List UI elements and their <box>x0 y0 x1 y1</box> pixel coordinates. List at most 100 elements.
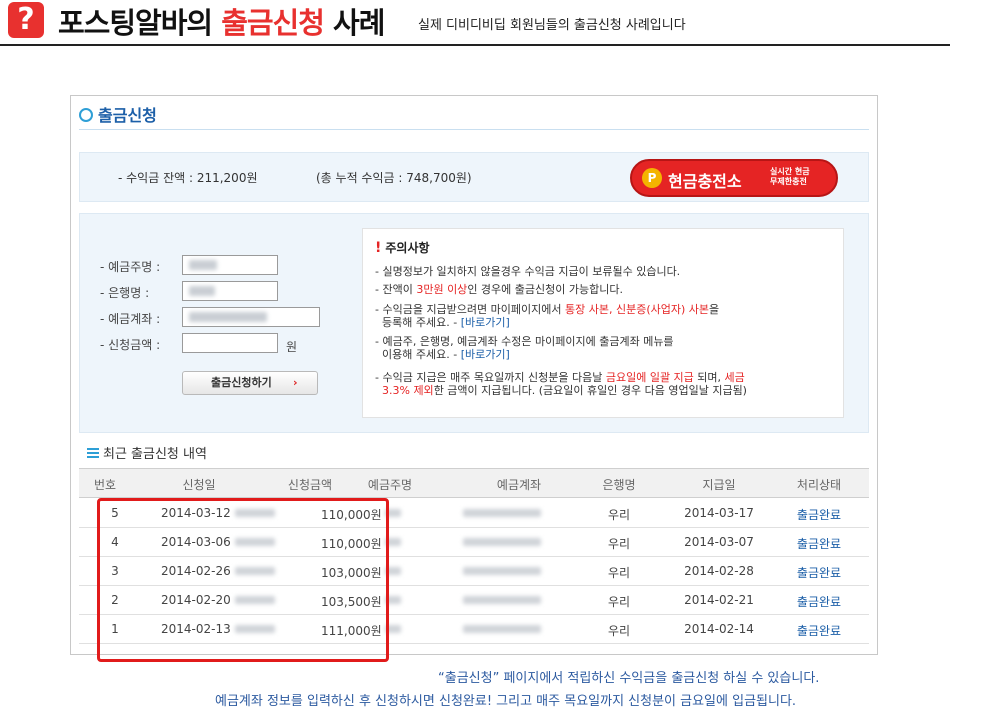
col-header: 처리상태 <box>796 478 842 492</box>
notice-text: - 잔액이 <box>375 283 417 296</box>
status-badge: 출금완료 <box>796 537 842 551</box>
amount-unit: 원 <box>286 340 298 354</box>
notice-highlight: 금요일에 일괄 지급 <box>605 371 694 384</box>
masked-depositor <box>385 567 401 575</box>
notice-text: 되며, <box>693 371 725 384</box>
masked-time <box>235 625 275 633</box>
table-row: 1 2014-02-13 111,000원 우리 2014-02-14 출금완료 <box>79 615 869 644</box>
withdrawal-form: - 예금주명 : - 은행명 : - 예금계좌 : - 신청금액 : 원 출금신… <box>79 213 869 433</box>
amount-label: - 신청금액 : <box>100 338 161 352</box>
bank-field[interactable] <box>182 281 278 301</box>
bank-name: 우리 <box>607 566 631 580</box>
notice-item: - 예금주, 은행명, 예금계좌 수정은 마이페이지에 출금계좌 메뉴를 이용해… <box>375 335 837 361</box>
request-date: 2014-02-20 <box>161 593 231 607</box>
shortcut-link[interactable]: [바로가기] <box>461 316 510 329</box>
row-number: 3 <box>111 564 119 578</box>
masked-account <box>463 625 541 633</box>
footer-caption-1: “출금신청” 페이지에서 적립하신 수익금을 출금신청 하실 수 있습니다. <box>438 671 820 686</box>
paid-date: 2014-03-17 <box>684 506 754 520</box>
row-number: 2 <box>111 593 119 607</box>
balance-box: - 수익금 잔액 : 211,200원 (총 누적 수익금 : 748,700원… <box>79 152 869 202</box>
bank-name: 우리 <box>607 595 631 609</box>
masked-depositor <box>385 538 401 546</box>
account-field[interactable] <box>182 307 320 327</box>
cash-charge-button[interactable]: P 현금충전소 실시간 현금 무제한충전 <box>630 159 838 197</box>
depositor-field[interactable] <box>182 255 278 275</box>
warning-icon: ! <box>375 240 382 256</box>
status-badge: 출금완료 <box>796 508 842 522</box>
total-earnings-text: (총 누적 수익금 : 748,700원) <box>316 171 472 185</box>
paid-date: 2014-02-21 <box>684 593 754 607</box>
masked-value <box>189 286 215 296</box>
status-badge: 출금완료 <box>796 595 842 609</box>
balance-text: - 수익금 잔액 : 211,200원 <box>118 171 258 185</box>
masked-account <box>463 567 541 575</box>
request-amount: 111,000원 <box>321 624 382 638</box>
masked-value <box>189 260 217 270</box>
row-number: 5 <box>111 506 119 520</box>
list-icon <box>87 448 99 458</box>
request-date: 2014-02-13 <box>161 622 231 636</box>
panel-title: 출금신청 <box>79 102 157 126</box>
request-date: 2014-02-26 <box>161 564 231 578</box>
depositor-label: - 예금주명 : <box>100 260 161 274</box>
masked-time <box>235 567 275 575</box>
request-amount: 110,000원 <box>321 537 382 551</box>
masked-account <box>463 596 541 604</box>
notice-text: 이용해 주세요. - <box>382 348 461 361</box>
notice-text: 등록해 주세요. - <box>382 316 461 329</box>
notice-highlight: 통장 사본, 신분증(사업자) 사본 <box>565 303 710 316</box>
notice-highlight: 3만원 이상 <box>416 283 468 296</box>
request-amount: 103,500원 <box>321 595 382 609</box>
title-highlight: 출금신청 <box>221 6 325 40</box>
cash-charge-sub: 실시간 현금 무제한충전 <box>770 167 820 187</box>
notice-highlight: 3.3% 제외 <box>382 384 434 397</box>
notice-item: - 잔액이 3만원 이상인 경우에 출금신청이 가능합니다. <box>375 283 837 296</box>
bank-label: - 은행명 : <box>100 286 150 300</box>
col-header: 번호 <box>93 478 117 492</box>
table-row: 5 2014-03-12 110,000원 우리 2014-03-17 출금완료 <box>79 499 869 528</box>
history-title: 최근 출금신청 내역 <box>87 443 207 462</box>
masked-account <box>463 538 541 546</box>
notice-item: - 실명정보가 일치하지 않을경우 수익금 지급이 보류될수 있습니다. <box>375 265 837 278</box>
shortcut-link[interactable]: [바로가기] <box>461 348 510 361</box>
bank-name: 우리 <box>607 537 631 551</box>
masked-time <box>235 596 275 604</box>
title-part2: 사례 <box>323 6 385 40</box>
masked-depositor <box>385 625 401 633</box>
request-amount: 110,000원 <box>321 508 382 522</box>
notice-text: - 예금주, 은행명, 예금계좌 수정은 마이페이지에 출금계좌 메뉴를 <box>375 335 674 348</box>
notice-item: - 수익금을 지급받으려면 마이페이지에서 통장 사본, 신분증(사업자) 사본… <box>375 303 837 329</box>
bank-name: 우리 <box>607 624 631 638</box>
col-header: 예금주명 <box>367 478 413 492</box>
notice-box: ! 주의사항 - 실명정보가 일치하지 않을경우 수익금 지급이 보류될수 있습니… <box>362 228 844 418</box>
notice-highlight: 세금 <box>724 371 745 384</box>
cash-sub-line2: 무제한충전 <box>770 177 807 186</box>
apply-withdrawal-button[interactable]: 출금신청하기 › <box>182 371 318 395</box>
notice-text: - 실명정보가 일치하지 않을경우 수익금 지급이 보류될수 있습니다. <box>375 265 681 278</box>
page-subtitle: 실제 디비디비딥 회원님들의 출금신청 사례입니다 <box>418 18 686 33</box>
notice-text: - 수익금 지급은 매주 목요일까지 신청분을 다음날 <box>375 371 606 384</box>
amount-field[interactable] <box>182 333 278 353</box>
col-header: 지급일 <box>702 478 736 492</box>
withdrawal-panel: 출금신청 - 수익금 잔액 : 211,200원 (총 누적 수익금 : 748… <box>70 95 878 655</box>
apply-button-label: 출금신청하기 <box>211 376 272 389</box>
notice-text: 인 경우에 출금신청이 가능합니다. <box>467 283 623 296</box>
masked-depositor <box>385 509 401 517</box>
table-row: 4 2014-03-06 110,000원 우리 2014-03-07 출금완료 <box>79 528 869 557</box>
row-number: 4 <box>111 535 119 549</box>
status-badge: 출금완료 <box>796 566 842 580</box>
question-icon: ? <box>8 2 44 38</box>
page-header: ? 포스팅알바의 출금신청 사례 실제 디비디비딥 회원님들의 출금신청 사례입… <box>0 0 950 46</box>
notice-text: 한 금액이 지급됩니다. (금요일이 휴일인 경우 다음 영업일날 지급됨) <box>433 384 747 397</box>
panel-title-text: 출금신청 <box>98 106 157 125</box>
notice-item: - 수익금 지급은 매주 목요일까지 신청분을 다음날 금요일에 일괄 지급 되… <box>375 371 837 397</box>
masked-depositor <box>385 596 401 604</box>
notice-text: 을 <box>709 303 720 316</box>
masked-time <box>235 509 275 517</box>
history-table-header: 번호 신청일 신청금액 예금주명 예금계좌 은행명 지급일 처리상태 <box>79 468 869 498</box>
row-number: 1 <box>111 622 119 636</box>
paid-date: 2014-03-07 <box>684 535 754 549</box>
page-title: 포스팅알바의 출금신청 사례 <box>58 0 385 42</box>
refresh-icon <box>79 108 93 122</box>
